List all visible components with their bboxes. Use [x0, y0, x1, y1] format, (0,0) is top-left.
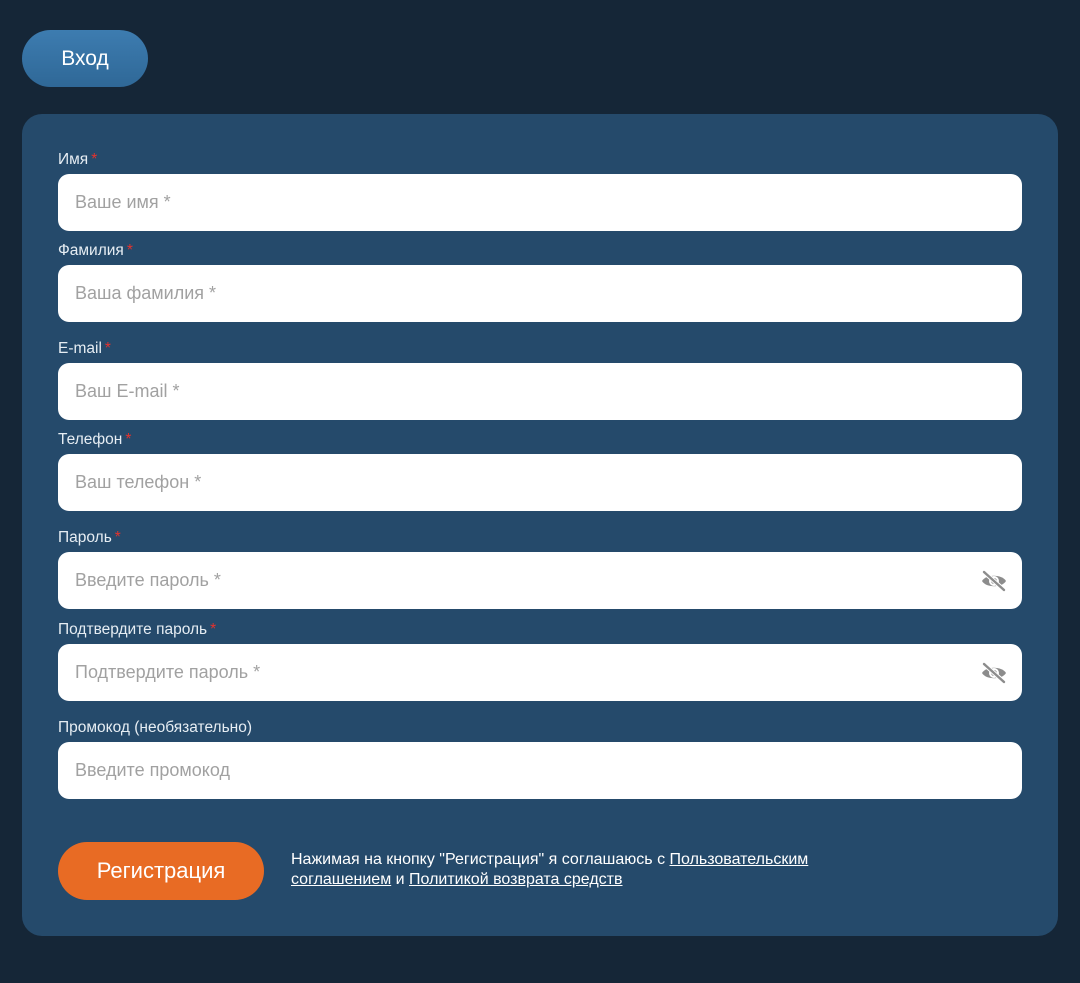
password-field[interactable] — [58, 552, 1022, 609]
password-label: Пароль * — [58, 529, 121, 546]
agreement-text: Нажимая на кнопку "Регистрация" я соглаш… — [291, 851, 809, 888]
promo-field[interactable] — [58, 742, 1022, 799]
eye-slash-icon[interactable] — [980, 569, 1008, 592]
email-input[interactable] — [75, 363, 1005, 420]
password-confirm-label: Подтвердите пароль * — [58, 621, 217, 638]
login-button[interactable]: Вход — [22, 30, 148, 87]
first-name-label: Имя * — [58, 151, 98, 168]
last-name-input[interactable] — [75, 265, 1005, 322]
phone-field[interactable] — [58, 454, 1022, 511]
email-label: E-mail * — [58, 340, 111, 357]
required-mark: * — [91, 151, 98, 168]
promo-label: Промокод (необязательно) — [58, 719, 253, 736]
register-button[interactable]: Регистрация — [58, 842, 264, 900]
phone-input[interactable] — [75, 454, 1005, 511]
first-name-field[interactable] — [58, 174, 1022, 231]
email-field[interactable] — [58, 363, 1022, 420]
promo-input[interactable] — [75, 742, 1005, 799]
password-input[interactable] — [75, 552, 980, 609]
eye-slash-icon[interactable] — [980, 661, 1008, 684]
required-mark: * — [104, 340, 111, 357]
registration-form: Имя* Фамилия* E-mail* Телефон* Пароль* П… — [22, 114, 1058, 936]
phone-label: Телефон * — [58, 431, 132, 448]
last-name-field[interactable] — [58, 265, 1022, 322]
password-confirm-input[interactable] — [75, 644, 980, 701]
password-confirm-field[interactable] — [58, 644, 1022, 701]
refund-policy-link[interactable]: Политикой возврата средств — [409, 871, 622, 888]
first-name-input[interactable] — [75, 174, 1005, 231]
required-mark: * — [210, 621, 217, 638]
last-name-label: Фамилия * — [58, 242, 133, 259]
required-mark: * — [114, 529, 121, 546]
required-mark: * — [126, 242, 133, 259]
required-mark: * — [125, 431, 132, 448]
